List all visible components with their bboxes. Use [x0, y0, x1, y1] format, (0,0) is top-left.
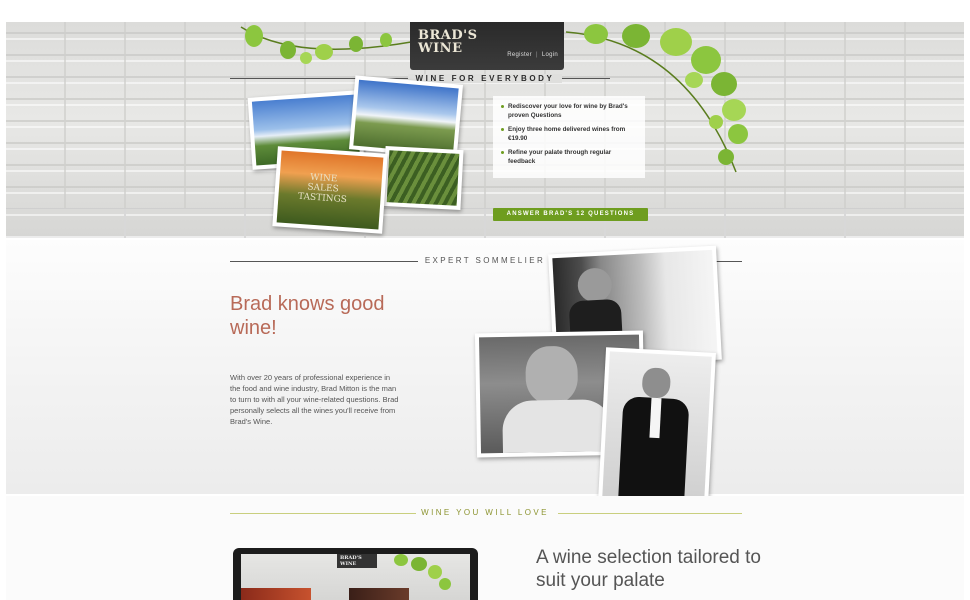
hero-benefits-list: Rediscover your love for wine by Brad's …	[493, 96, 645, 178]
sommelier-title: Brad knows good wine!	[230, 293, 385, 339]
sommelier-section-label: EXPERT SOMMELIER	[424, 256, 546, 265]
wine-sign-text: WINE SALES TASTINGS	[297, 172, 348, 206]
benefit-item: Rediscover your love for wine by Brad's …	[501, 102, 637, 120]
wooden-floor	[6, 208, 964, 238]
photo-wine-sign: WINE SALES TASTINGS	[272, 146, 388, 234]
sommelier-section: EXPERT SOMMELIER Brad knows good wine! W…	[6, 240, 964, 507]
photo-vineyard-rows	[382, 146, 464, 210]
login-link[interactable]: Login	[542, 52, 558, 58]
auth-links: Register | Login	[507, 52, 558, 58]
site-logo[interactable]: BRAD'S WINE Register | Login	[410, 22, 564, 70]
mini-wine-photo	[349, 588, 409, 600]
sommelier-description: With over 20 years of professional exper…	[230, 373, 399, 426]
register-link[interactable]: Register	[507, 52, 532, 58]
hero-section: BRAD'S WINE Register | Login WINE FOR EVER…	[6, 22, 964, 238]
benefit-item: Enjoy three home delivered wines from €1…	[501, 125, 637, 143]
logo-text: BRAD'S WINE	[418, 28, 478, 56]
device-screen: BRAD'S WINE	[241, 554, 470, 600]
photo-brad-tasting	[598, 347, 716, 507]
benefit-item: Refine your palate through regular feedb…	[501, 148, 637, 166]
tagline: WINE FOR EVERYBODY	[6, 74, 964, 83]
answer-questions-button[interactable]: ANSWER BRAD'S 12 QUESTIONS	[493, 208, 648, 221]
selection-heading: WINE YOU WILL LOVE	[6, 508, 964, 518]
selection-title: A wine selection tailored to suit your p…	[536, 547, 761, 591]
mini-food-photo	[241, 588, 311, 600]
selection-section-label: WINE YOU WILL LOVE	[421, 508, 549, 517]
sommelier-heading: EXPERT SOMMELIER	[6, 256, 964, 266]
mini-logo: BRAD'S WINE	[337, 554, 377, 568]
auth-separator: |	[535, 52, 538, 58]
device-mockup: BRAD'S WINE	[233, 548, 478, 600]
selection-section: WINE YOU WILL LOVE BRAD'S WINE A wine se…	[6, 496, 964, 600]
vine-left-decoration	[240, 25, 412, 64]
